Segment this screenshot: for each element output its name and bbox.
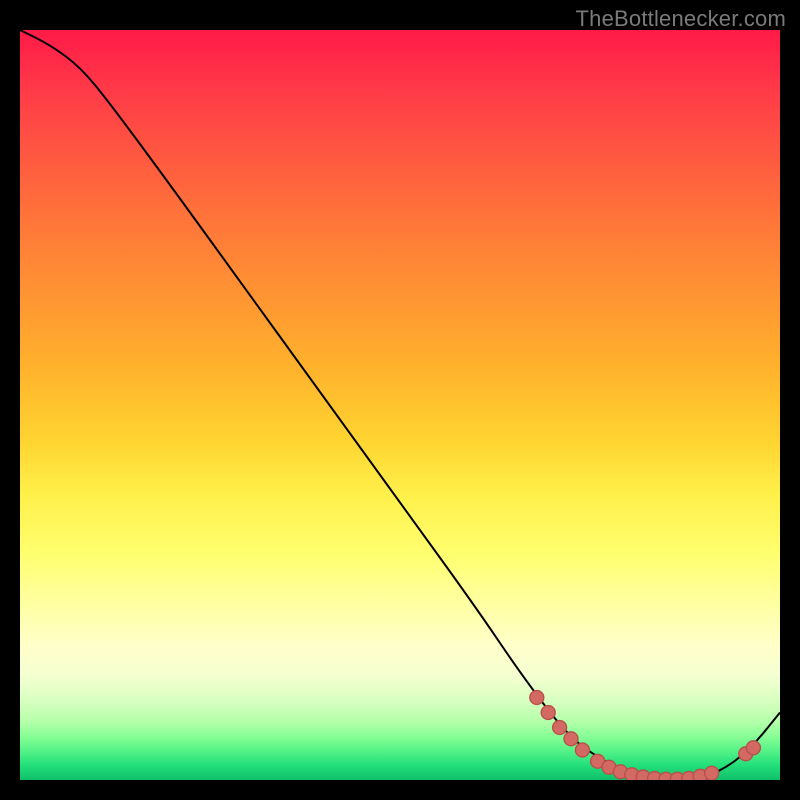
data-marker <box>746 741 760 755</box>
attribution-text: TheBottlenecker.com <box>576 6 786 32</box>
data-marker <box>530 691 544 705</box>
data-marker <box>553 721 567 735</box>
plot-area <box>20 30 780 780</box>
chart-frame: TheBottlenecker.com <box>0 0 800 800</box>
data-markers <box>20 30 780 780</box>
data-marker <box>541 706 555 720</box>
data-marker <box>705 766 719 780</box>
data-marker <box>575 743 589 757</box>
data-marker <box>564 732 578 746</box>
